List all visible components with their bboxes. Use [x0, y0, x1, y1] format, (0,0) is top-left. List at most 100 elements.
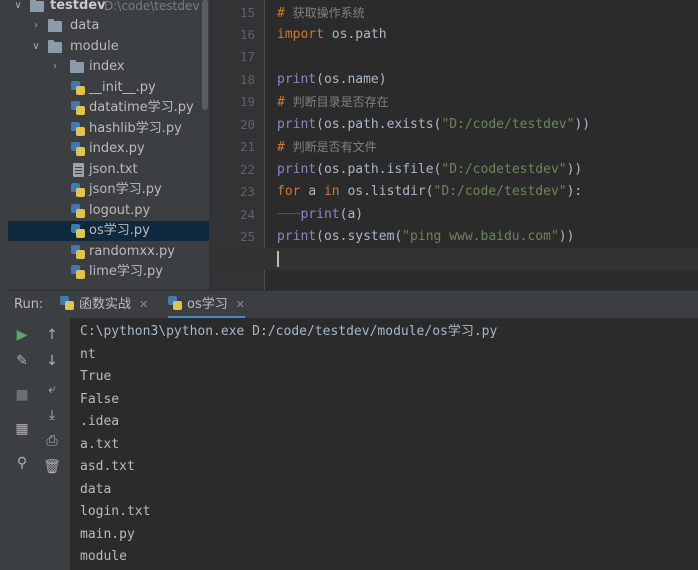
- line-number: 24: [239, 207, 255, 222]
- down-arrow-icon[interactable]: ↓: [41, 350, 63, 372]
- layout-icon[interactable]: ▦: [11, 418, 33, 440]
- code-line-20: print(os.path.exists("D:/code/testdev")): [277, 117, 591, 132]
- wrench-icon[interactable]: ✎: [11, 350, 33, 372]
- python-file-icon: [71, 183, 85, 197]
- tree-root-label: testdev: [50, 0, 106, 13]
- text-caret: [277, 251, 279, 267]
- folder-icon: [30, 0, 44, 12]
- line-number: 18: [239, 72, 255, 87]
- project-scrollbar[interactable]: [202, 0, 208, 110]
- console-line: asd.txt: [80, 459, 135, 474]
- tree-item-label: json学习.py: [89, 182, 162, 197]
- line-number: 20: [239, 117, 255, 132]
- tree-root-path: D:\code\testdev: [104, 0, 200, 13]
- code-line-24: ───print(a): [277, 207, 364, 222]
- line-number: 19: [239, 94, 255, 109]
- current-line-highlight: [209, 248, 698, 270]
- pin-icon[interactable]: ⚲: [11, 452, 33, 474]
- up-arrow-icon[interactable]: ↑: [41, 324, 63, 346]
- console-line: .idea: [80, 414, 120, 429]
- code-line-21: # 判断是否有文件: [277, 140, 377, 155]
- tree-item-file[interactable]: index.py: [8, 139, 209, 159]
- python-file-icon: [71, 204, 85, 218]
- code-line-18: print(os.name): [277, 72, 387, 87]
- run-panel-header: Run: 函数实战 ✕ os学习 ✕: [8, 290, 698, 319]
- console-output[interactable]: C:\python3\python.exe D:/code/testdev/mo…: [70, 318, 698, 570]
- tree-item-file[interactable]: json学习.py: [8, 180, 209, 200]
- text-file-icon: [73, 163, 84, 177]
- code-line-15: # 获取操作系统: [277, 6, 365, 21]
- tree-item-label: data: [70, 18, 100, 33]
- python-file-icon: [71, 81, 85, 95]
- tree-item-file[interactable]: datatime学习.py: [8, 98, 209, 118]
- code-line-22: print(os.path.isfile("D:/codetestdev")): [277, 162, 583, 177]
- run-tab-label: 函数实战: [79, 297, 132, 312]
- console-line: data: [80, 482, 112, 497]
- line-number: 25: [239, 229, 255, 244]
- tree-item-file[interactable]: lime学习.py: [8, 262, 209, 282]
- tree-item-label: randomxx.py: [89, 244, 175, 259]
- stop-icon[interactable]: ■: [11, 384, 33, 406]
- python-file-icon: [71, 265, 85, 279]
- console-line: C:\python3\python.exe D:/code/testdev/mo…: [80, 324, 498, 339]
- python-file-icon: [71, 224, 85, 238]
- run-icon[interactable]: ▶: [11, 324, 33, 346]
- python-file-icon: [71, 122, 85, 136]
- console-line: a.txt: [80, 437, 120, 452]
- code-editor[interactable]: # 获取操作系统 import os.path print(os.name) #…: [265, 0, 698, 290]
- scroll-to-end-icon[interactable]: ⤓: [41, 404, 63, 426]
- chevron-right-icon[interactable]: ›: [49, 57, 61, 77]
- line-number: 21: [239, 139, 255, 154]
- run-toolbar: ▶ ↑ ✎ ↓ ■ ⤶ ⤓ ▦ ⎙ ⚲ 🗑: [8, 318, 70, 570]
- console-line: module: [80, 549, 127, 564]
- console-line: True: [80, 369, 112, 384]
- tree-item-label: datatime学习.py: [89, 100, 194, 115]
- run-tab-label: os学习: [187, 297, 228, 312]
- chevron-down-icon[interactable]: ∨: [12, 0, 24, 16]
- tree-item-index-folder[interactable]: › index: [8, 57, 209, 77]
- tree-item-module[interactable]: ∨ module: [8, 37, 209, 57]
- chevron-right-icon[interactable]: ›: [30, 16, 42, 36]
- tree-root-row[interactable]: ∨ testdev D:\code\testdev: [8, 0, 209, 16]
- close-icon[interactable]: ✕: [236, 298, 245, 311]
- python-file-icon: [71, 142, 85, 156]
- python-file-icon: [60, 296, 74, 310]
- line-number: 23: [239, 184, 255, 199]
- tree-item-data[interactable]: › data: [8, 16, 209, 36]
- code-line-19: # 判断目录是否存在: [277, 95, 389, 110]
- soft-wrap-icon[interactable]: ⤶: [41, 378, 63, 400]
- print-icon[interactable]: ⎙: [41, 430, 63, 452]
- tree-item-file[interactable]: randomxx.py: [8, 242, 209, 262]
- folder-icon: [48, 40, 62, 53]
- code-line-16: import os.path: [277, 27, 387, 42]
- line-number: 16: [239, 27, 255, 42]
- python-file-icon: [71, 245, 85, 259]
- tree-item-file-selected[interactable]: os学习.py: [8, 221, 209, 241]
- line-number: 22: [239, 162, 255, 177]
- tree-item-label: index: [89, 59, 125, 74]
- tree-item-file[interactable]: json.txt: [8, 160, 209, 180]
- run-tab-os[interactable]: os学习 ✕: [168, 291, 245, 319]
- tree-item-label: index.py: [89, 141, 145, 156]
- console-line: False: [80, 392, 120, 407]
- project-tree: ∨ testdev D:\code\testdev › data ∨ modul…: [8, 0, 209, 290]
- run-title: Run:: [14, 297, 44, 312]
- trash-icon[interactable]: 🗑: [41, 456, 63, 478]
- line-number: 17: [239, 49, 255, 64]
- tree-item-label: hashlib学习.py: [89, 121, 182, 136]
- tree-item-label: module: [70, 39, 119, 54]
- tree-item-file[interactable]: logout.py: [8, 201, 209, 221]
- tree-item-label: lime学习.py: [89, 264, 163, 279]
- code-line-23: for a in os.listdir("D:/code/testdev"):: [277, 184, 583, 199]
- folder-icon: [70, 60, 84, 73]
- tree-item-label: os学习.py: [89, 223, 150, 238]
- tree-item-file[interactable]: hashlib学习.py: [8, 119, 209, 139]
- tree-item-file[interactable]: __init__.py: [8, 78, 209, 98]
- run-tab-functions[interactable]: 函数实战 ✕: [60, 291, 148, 319]
- chevron-down-icon[interactable]: ∨: [30, 37, 42, 57]
- line-number-gutter: 15 16 17 18 19 20 21 22 23 24 25 26: [209, 0, 265, 290]
- console-line: main.py: [80, 527, 135, 542]
- tree-item-label: json.txt: [89, 162, 138, 177]
- python-file-icon: [168, 296, 182, 310]
- close-icon[interactable]: ✕: [139, 298, 148, 311]
